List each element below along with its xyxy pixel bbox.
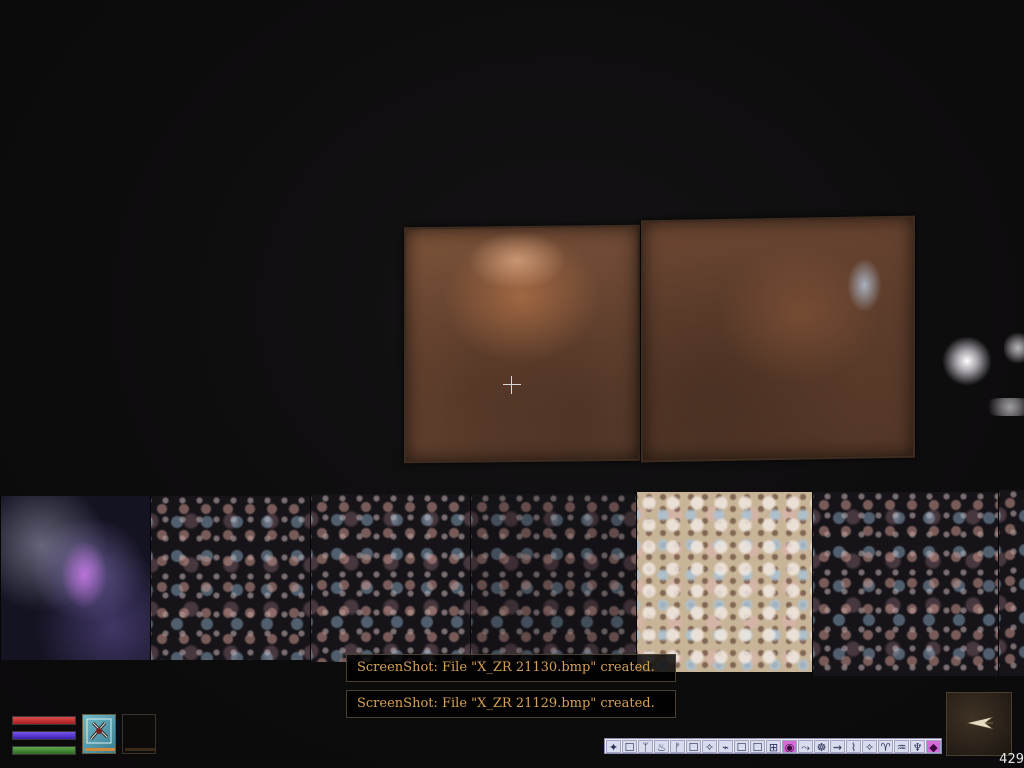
- magicka-bar: [12, 731, 76, 740]
- equipped-spell-slot[interactable]: [122, 714, 156, 754]
- starfield-tile: [470, 494, 637, 662]
- effect-icon: ☐: [734, 739, 749, 753]
- bright-starfield-tile: [636, 492, 825, 672]
- effect-icon: ◉: [782, 739, 797, 753]
- active-effects-bar: ✦☐ᛉ♨ᚠ☐✧⌁☐☐⊞◉⤳☸⇝⌇✧♈♒♆◆☐: [604, 738, 942, 754]
- notification-message: ScreenShot: File "X_ZR 21129.bmp" create…: [346, 690, 676, 718]
- effect-icon: ◆: [926, 739, 941, 753]
- effect-icon: ⇝: [830, 739, 845, 753]
- effect-icon: ☐: [686, 739, 701, 753]
- nebula-tile: [0, 496, 161, 660]
- effect-icon: ☐: [750, 739, 765, 753]
- starfield-tile: [310, 494, 471, 662]
- effect-icon: ♈: [878, 739, 893, 753]
- light-spark: [1004, 330, 1024, 366]
- light-spark: [942, 336, 992, 386]
- arrow-icon: [966, 716, 994, 730]
- effect-icon: ⌇: [846, 739, 861, 753]
- effect-icon: ✧: [702, 739, 717, 753]
- effect-icon: ♆: [910, 739, 925, 753]
- effect-icon: ᛉ: [638, 739, 653, 753]
- star-map-panel-right: [641, 215, 915, 463]
- crosshair-icon: [503, 376, 521, 394]
- compass: [946, 692, 1012, 756]
- fatigue-bar: [12, 746, 76, 755]
- effect-icon: ᚠ: [670, 739, 685, 753]
- starfield-tile: [998, 490, 1024, 676]
- effect-icon: ✧: [862, 739, 877, 753]
- effect-icon: ♒: [894, 739, 909, 753]
- effect-icon: ⤳: [798, 739, 813, 753]
- starfield-tile: [150, 496, 313, 660]
- effect-icon: ☸: [814, 739, 829, 753]
- effect-icon: ⌁: [718, 739, 733, 753]
- game-viewport[interactable]: [0, 0, 1024, 768]
- effect-icon: ☐: [622, 739, 637, 753]
- effect-icon: ♨: [654, 739, 669, 753]
- effect-icon: ⊞: [766, 739, 781, 753]
- notification-message: ScreenShot: File "X_ZR 21130.bmp" create…: [346, 654, 676, 682]
- star-map-panel-left: [404, 224, 640, 464]
- weapon-condition-bar: [85, 748, 115, 751]
- starfield-tile: [812, 492, 1003, 676]
- light-spark: [980, 398, 1024, 416]
- crossed-weapon-icon: [86, 718, 112, 744]
- equipped-weapon-slot[interactable]: [82, 714, 116, 754]
- effect-icon: ✦: [606, 739, 621, 753]
- fps-counter: 429: [999, 752, 1024, 767]
- health-bar: [12, 716, 76, 725]
- spell-condition-bar: [125, 748, 155, 751]
